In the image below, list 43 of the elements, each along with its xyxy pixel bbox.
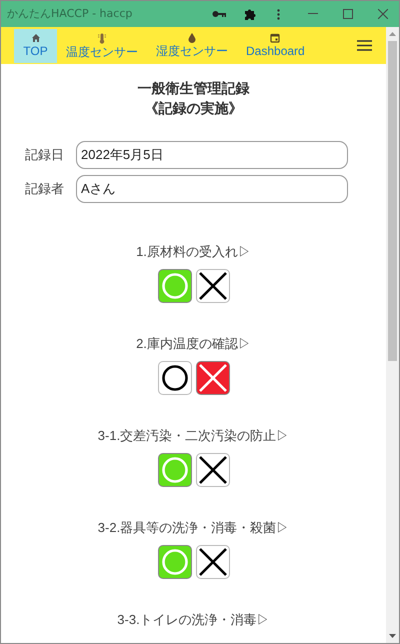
circle-icon (160, 548, 188, 576)
nav-tab[interactable]: 湿度センサー (148, 28, 236, 62)
cross-icon (198, 363, 228, 393)
home-icon (30, 33, 40, 43)
scrollbar[interactable] (386, 27, 399, 643)
field-label: 記録日 (25, 146, 65, 164)
scroll-up-icon[interactable] (389, 32, 396, 36)
menu-icon[interactable] (357, 40, 372, 51)
window-title: かんたんHACCP - haccp (7, 6, 132, 22)
cross-button[interactable] (196, 453, 230, 487)
cross-icon (198, 547, 228, 577)
page-heading: 《記録の実施》 (144, 99, 242, 118)
check-item-label[interactable]: 3-2.器具等の洗浄・消毒・殺菌▷ (98, 520, 290, 536)
cross-icon (198, 455, 228, 485)
puzzle-icon[interactable] (244, 8, 257, 20)
key-icon[interactable] (212, 10, 226, 18)
maximize-icon[interactable] (343, 9, 353, 19)
input-field[interactable]: 2022年5月5日 (76, 141, 348, 169)
calendar-icon (270, 33, 280, 43)
check-item-label[interactable]: 3-1.交差汚染・二次汚染の防止▷ (98, 428, 290, 444)
page-heading: 一般衛生管理記録 (138, 79, 250, 98)
circle-icon (160, 456, 188, 484)
circle-icon (160, 272, 188, 300)
minimize-icon[interactable] (308, 13, 318, 15)
nav-tab[interactable]: Dashboard (238, 28, 313, 62)
circle-button[interactable] (158, 361, 192, 395)
nav-tab[interactable]: TOP (14, 28, 57, 62)
check-item-label[interactable]: 2.庫内温度の確認▷ (136, 336, 251, 352)
nav-tab[interactable]: 温度センサー (58, 28, 146, 62)
cross-button[interactable] (196, 545, 230, 579)
check-item-label[interactable]: 1.原材料の受入れ▷ (136, 244, 251, 260)
circle-icon (160, 364, 188, 392)
drop-icon (188, 33, 196, 43)
check-item-label[interactable]: 3-3.トイレの洗浄・消毒▷ (117, 612, 270, 628)
close-icon[interactable] (378, 9, 388, 19)
input-field[interactable]: Aさん (76, 175, 348, 203)
thermometer-icon (97, 32, 107, 44)
scroll-thumb[interactable] (388, 41, 397, 361)
cross-icon (198, 271, 228, 301)
scroll-down-icon[interactable] (389, 634, 396, 638)
field-label: 記録者 (25, 180, 65, 198)
more-icon[interactable] (277, 8, 280, 20)
cross-button[interactable] (196, 269, 230, 303)
